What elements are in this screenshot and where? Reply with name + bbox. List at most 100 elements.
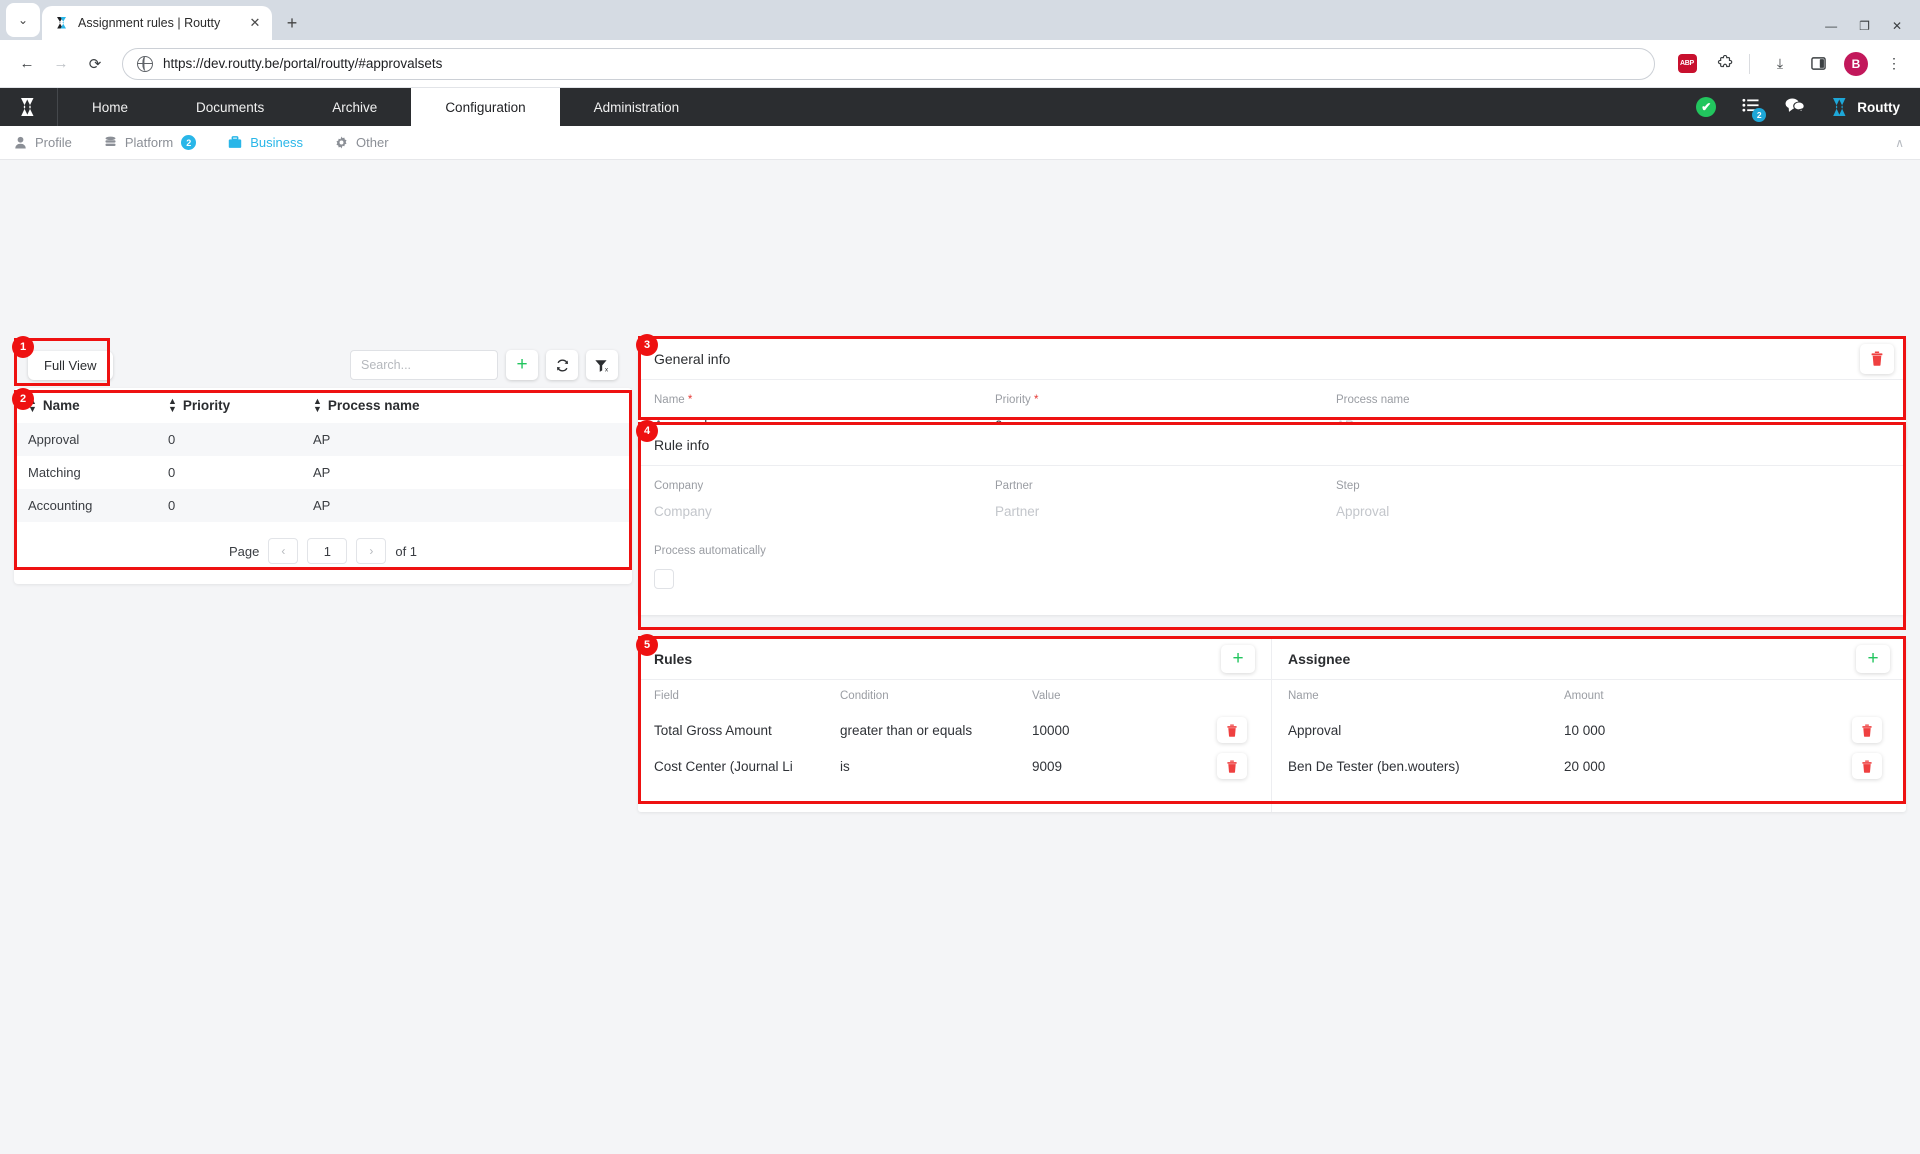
pagination: Page ‹ 1 › of 1 (14, 522, 632, 584)
rules-assignee-panel: Rules + Field Condition Value Total Gros… (638, 638, 1906, 812)
sub-nav-item-platform[interactable]: Platform 2 (104, 135, 196, 150)
rules-table-header: Field Condition Value (654, 680, 1255, 712)
puzzle-icon (1717, 55, 1734, 72)
reload-icon[interactable]: ⟳ (80, 49, 110, 79)
sub-nav-item-business[interactable]: Business (228, 135, 303, 150)
workspace: Full View Search... + x (0, 160, 1920, 1130)
table-row[interactable]: Approval 10 000 (1288, 712, 1890, 748)
sub-nav-badge-platform: 2 (181, 135, 196, 150)
assignee-header: Assignee + (1272, 638, 1906, 680)
new-tab-button[interactable]: + (278, 9, 306, 37)
browser-toolbar: ← → ⟳ https://dev.routty.be/portal/routt… (0, 40, 1920, 88)
field-label-company: Company (654, 480, 995, 492)
table-row[interactable]: Matching 0 AP (14, 456, 632, 489)
rule-info-body: Company Company Partner Partner Step App… (638, 466, 1906, 615)
nav-item-documents[interactable]: Documents (162, 88, 298, 126)
rules-section: Rules + Field Condition Value Total Gros… (638, 638, 1272, 812)
close-icon[interactable]: ✕ (246, 14, 264, 32)
table-row[interactable]: Total Gross Amount greater than or equal… (654, 712, 1255, 748)
chat-icon[interactable] (1785, 97, 1805, 117)
search-input[interactable]: Search... (350, 350, 498, 380)
delete-record-button[interactable] (1860, 344, 1894, 374)
trash-icon (1870, 351, 1884, 366)
app-logo[interactable] (0, 88, 58, 126)
avatar: B (1844, 52, 1868, 76)
delete-rule-button[interactable] (1217, 717, 1247, 743)
table-row[interactable]: Cost Center (Journal Li is 9009 (654, 748, 1255, 784)
sub-nav-label-other: Other (356, 135, 389, 150)
profile-avatar[interactable]: B (1842, 50, 1870, 78)
tasks-icon[interactable]: 2 (1742, 98, 1759, 117)
tab-search-icon[interactable]: ⌄ (6, 3, 40, 37)
chevron-up-icon[interactable]: ∧ (1895, 136, 1904, 150)
status-ok-icon[interactable]: ✔ (1696, 97, 1716, 117)
brand-block[interactable]: Routty (1831, 97, 1900, 117)
delete-assignee-button[interactable] (1852, 717, 1882, 743)
clear-filter-button[interactable]: x (586, 350, 618, 380)
forward-icon[interactable]: → (46, 49, 76, 79)
rules-cell-condition: greater than or equals (840, 723, 1032, 738)
field-value-company[interactable]: Company (654, 504, 995, 519)
tab-full-view[interactable]: Full View (28, 351, 113, 380)
table-row[interactable]: Ben De Tester (ben.wouters) 20 000 (1288, 748, 1890, 784)
add-assignee-button[interactable]: + (1856, 645, 1890, 673)
table-row[interactable]: Accounting 0 AP (14, 489, 632, 522)
delete-assignee-button[interactable] (1852, 753, 1882, 779)
rules-column-condition: Condition (840, 690, 1032, 702)
browser-menu-icon[interactable]: ⋮ (1880, 50, 1908, 78)
refresh-button[interactable] (546, 350, 578, 380)
pagination-prev-button[interactable]: ‹ (268, 538, 298, 564)
column-label-process-name: Process name (328, 398, 420, 413)
column-header-process-name[interactable]: ▲▼ Process name (313, 398, 632, 413)
assignee-row-actions (1844, 753, 1890, 779)
required-marker: * (685, 394, 693, 406)
delete-rule-button[interactable] (1217, 753, 1247, 779)
download-icon[interactable]: ⤓ (1766, 50, 1794, 78)
sub-nav-item-other[interactable]: Other (335, 135, 389, 150)
label-text: Priority (995, 394, 1031, 406)
rules-cell-value: 9009 (1032, 759, 1209, 774)
side-panel-icon[interactable] (1804, 50, 1832, 78)
sub-nav-item-profile[interactable]: Profile (14, 135, 72, 150)
extensions-icon[interactable] (1711, 50, 1739, 78)
assignee-column-name: Name (1288, 690, 1564, 702)
cell-name: Accounting (28, 498, 168, 513)
address-bar[interactable]: https://dev.routty.be/portal/routty/#app… (122, 48, 1655, 80)
add-rule-button[interactable]: + (506, 350, 538, 380)
adblock-icon[interactable]: ABP (1673, 50, 1701, 78)
browser-tab[interactable]: Assignment rules | Routty ✕ (42, 6, 272, 40)
list-toolbar: Full View Search... + x (14, 342, 632, 388)
field-label-process-automatically: Process automatically (654, 545, 1890, 557)
nav-item-archive[interactable]: Archive (298, 88, 411, 126)
back-icon[interactable]: ← (12, 49, 42, 79)
pagination-page-input[interactable]: 1 (307, 538, 347, 564)
minimize-button[interactable]: — (1825, 20, 1837, 32)
annotation-badge-2: 2 (12, 388, 34, 410)
cell-process: AP (313, 465, 632, 480)
sub-nav-label-business: Business (250, 135, 303, 150)
field-value-step[interactable]: Approval (1336, 504, 1389, 519)
nav-item-configuration[interactable]: Configuration (411, 88, 559, 126)
column-header-name[interactable]: ▲▼ Name (28, 398, 168, 413)
column-header-priority[interactable]: ▲▼ Priority (168, 398, 313, 413)
field-label-name: Name * (654, 394, 995, 406)
pagination-next-button[interactable]: › (356, 538, 386, 564)
nav-item-administration[interactable]: Administration (560, 88, 714, 126)
rules-cell-condition: is (840, 759, 1032, 774)
table-row[interactable]: Approval 0 AP (14, 423, 632, 456)
maximize-button[interactable]: ❐ (1859, 20, 1870, 32)
window-controls: — ❐ ✕ (1825, 20, 1920, 40)
rules-column-value: Value (1032, 690, 1209, 702)
chat-bubbles-icon (1785, 97, 1805, 113)
cell-name: Approval (28, 432, 168, 447)
field-label-step: Step (1336, 480, 1389, 492)
add-rule-condition-button[interactable]: + (1221, 645, 1255, 673)
person-icon (14, 136, 27, 149)
process-automatically-checkbox[interactable] (654, 569, 674, 589)
nav-item-home[interactable]: Home (58, 88, 162, 126)
sub-nav-label-platform: Platform (125, 135, 173, 150)
field-value-partner[interactable]: Partner (995, 504, 1336, 519)
annotation-badge-5: 5 (636, 634, 658, 656)
close-window-button[interactable]: ✕ (1892, 20, 1902, 32)
trash-icon (1226, 760, 1238, 773)
